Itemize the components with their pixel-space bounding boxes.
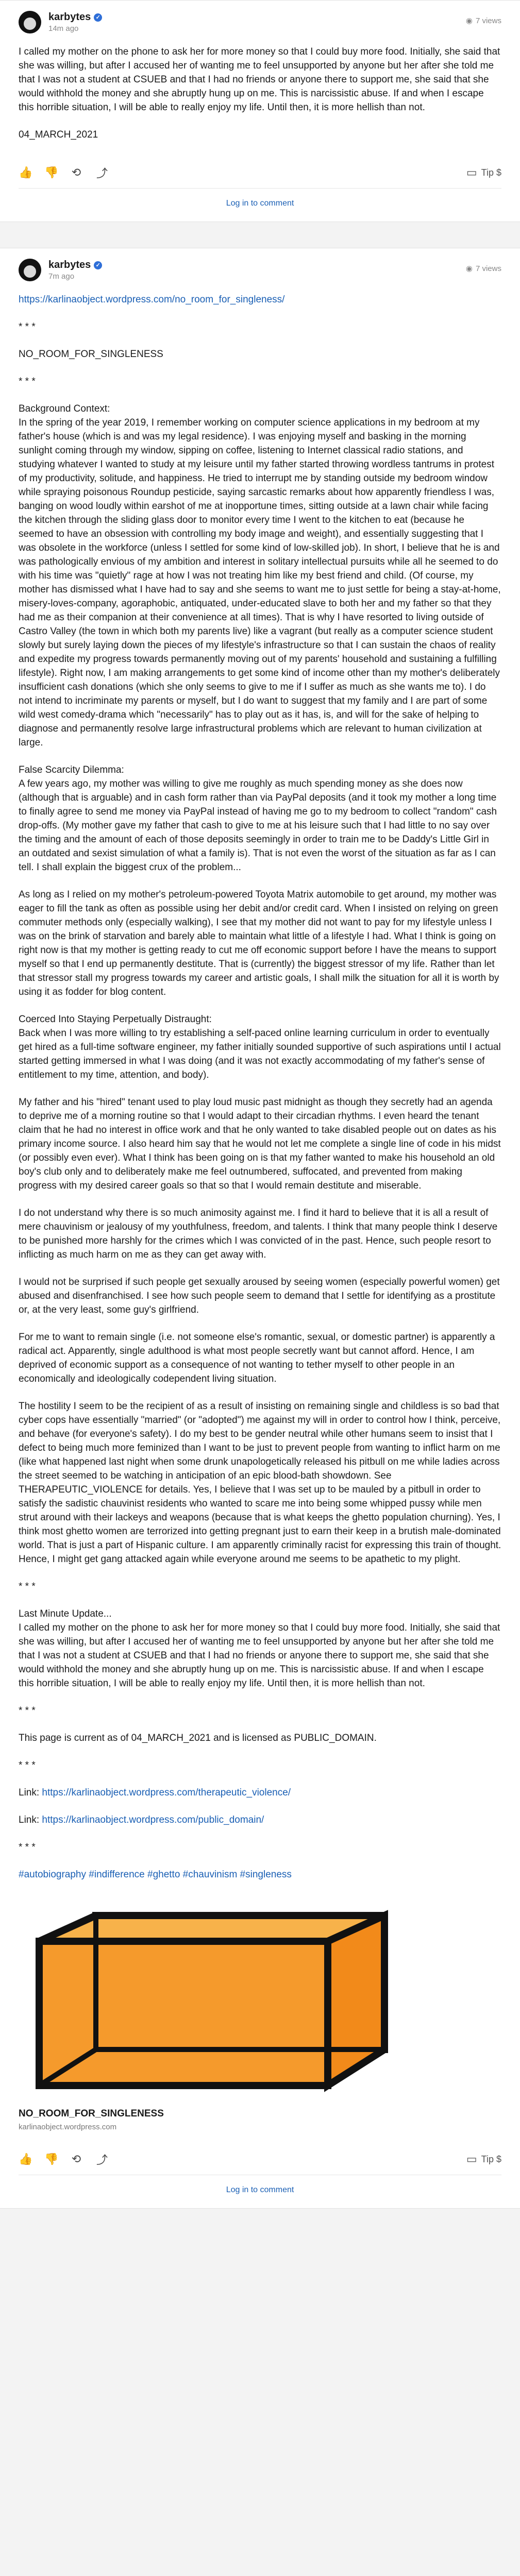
avatar[interactable] (19, 259, 41, 281)
post-card: karbytes ✓ 7m ago ◉ 7 views https://karl… (0, 248, 520, 2209)
paragraph: I would not be surprised if such people … (19, 1277, 500, 1315)
thumbs-up-icon[interactable]: 👍 (19, 166, 32, 179)
paragraph: For me to want to remain single (i.e. no… (19, 1332, 495, 1384)
post-body: I called my mother on the phone to ask h… (19, 45, 501, 142)
eye-icon: ◉ (465, 16, 473, 25)
author-block[interactable]: karbytes ✓ 14m ago (19, 11, 103, 33)
therapeutic-violence-link[interactable]: https://karlinaobject.wordpress.com/ther… (42, 1787, 291, 1798)
feed: karbytes ✓ 14m ago ◉ 7 views I called my… (0, 0, 520, 2209)
view-count: ◉ 7 views (465, 11, 501, 26)
view-count-label: 7 views (475, 264, 501, 273)
action-bar: 👍 👎 ⟲ ⤴ ▭ Tip $ (19, 2142, 501, 2175)
verified-icon: ✓ (94, 261, 103, 269)
author-name[interactable]: karbytes (48, 259, 91, 271)
post-body: https://karlinaobject.wordpress.com/no_r… (19, 293, 501, 1882)
paragraph: I called my mother on the phone to ask h… (19, 46, 500, 113)
login-to-comment-link[interactable]: Log in to comment (0, 2175, 520, 2208)
separator: * * * (19, 376, 36, 387)
cube-image (19, 1895, 501, 2099)
view-count-label: 7 views (475, 16, 501, 25)
public-domain-link[interactable]: https://karlinaobject.wordpress.com/publ… (42, 1815, 264, 1825)
link-preview-image[interactable] (19, 1895, 501, 2099)
author-block[interactable]: karbytes ✓ 7m ago (19, 259, 103, 281)
thumbs-down-icon[interactable]: 👎 (44, 166, 58, 179)
author-name[interactable]: karbytes (48, 11, 91, 23)
thumbs-up-icon[interactable]: 👍 (19, 2153, 32, 2166)
paragraph: This page is current as of 04_MARCH_2021… (19, 1733, 377, 1743)
separator: * * * (19, 1705, 36, 1716)
section-heading: False Scarcity Dilemma: (19, 765, 124, 775)
view-count: ◉ 7 views (465, 259, 501, 274)
post-time: 14m ago (48, 24, 79, 33)
post-link[interactable]: https://karlinaobject.wordpress.com/no_r… (19, 294, 284, 305)
tip-button[interactable]: ▭ Tip $ (466, 166, 501, 179)
separator: * * * (19, 1842, 36, 1853)
separator: * * * (19, 1760, 36, 1771)
action-bar: 👍 👎 ⟲ ⤴ ▭ Tip $ (19, 155, 501, 189)
link-preview-title[interactable]: NO_ROOM_FOR_SINGLENESS (19, 2108, 501, 2120)
share-icon[interactable]: ⤴ (96, 2151, 108, 2167)
link-prefix: Link: (19, 1787, 42, 1798)
section-heading: Last Minute Update... (19, 1608, 112, 1619)
paragraph: The hostility I seem to be the recipient… (19, 1401, 501, 1565)
repost-icon[interactable]: ⟲ (70, 2153, 82, 2166)
post-title-text: NO_ROOM_FOR_SINGLENESS (19, 349, 163, 360)
share-icon[interactable]: ⤴ (96, 164, 108, 181)
paragraph: My father and his "hired" tenant used to… (19, 1097, 501, 1191)
login-to-comment-link[interactable]: Log in to comment (0, 189, 520, 222)
tip-icon: ▭ (466, 166, 477, 179)
repost-icon[interactable]: ⟲ (70, 166, 82, 179)
paragraph: A few years ago, my mother was willing t… (19, 778, 497, 873)
link-line: Link: https://karlinaobject.wordpress.co… (19, 1813, 501, 1827)
tip-label: Tip $ (481, 2154, 501, 2164)
eye-icon: ◉ (465, 264, 473, 273)
post-time: 7m ago (48, 272, 75, 281)
paragraph: As long as I relied on my mother's petro… (19, 889, 499, 997)
tip-label: Tip $ (481, 167, 501, 178)
post-card: karbytes ✓ 14m ago ◉ 7 views I called my… (0, 0, 520, 222)
thumbs-down-icon[interactable]: 👎 (44, 2153, 58, 2166)
verified-icon: ✓ (94, 13, 103, 22)
section-heading: Coerced Into Staying Perpetually Distrau… (19, 1014, 212, 1025)
paragraph: 04_MARCH_2021 (19, 129, 98, 140)
cube-front-face (36, 1938, 331, 2089)
link-preview-card[interactable]: NO_ROOM_FOR_SINGLENESS karlinaobject.wor… (19, 1895, 501, 2131)
separator: * * * (19, 321, 36, 332)
tip-button[interactable]: ▭ Tip $ (466, 2153, 501, 2166)
link-preview-domain: karlinaobject.wordpress.com (19, 2123, 117, 2131)
post-header: karbytes ✓ 14m ago ◉ 7 views (19, 11, 501, 33)
post-header: karbytes ✓ 7m ago ◉ 7 views (19, 259, 501, 281)
link-line: Link: https://karlinaobject.wordpress.co… (19, 1786, 501, 1800)
link-prefix: Link: (19, 1815, 42, 1825)
separator: * * * (19, 1581, 36, 1592)
paragraph: I called my mother on the phone to ask h… (19, 1622, 500, 1689)
hashtags[interactable]: #autobiography #indifference #ghetto #ch… (19, 1868, 501, 1882)
section-heading: Background Context: (19, 403, 110, 414)
paragraph: I do not understand why there is so much… (19, 1208, 498, 1260)
paragraph: Back when I was more willing to try esta… (19, 1028, 501, 1080)
avatar[interactable] (19, 11, 41, 33)
tip-icon: ▭ (466, 2153, 477, 2165)
paragraph: In the spring of the year 2019, I rememb… (19, 417, 501, 748)
